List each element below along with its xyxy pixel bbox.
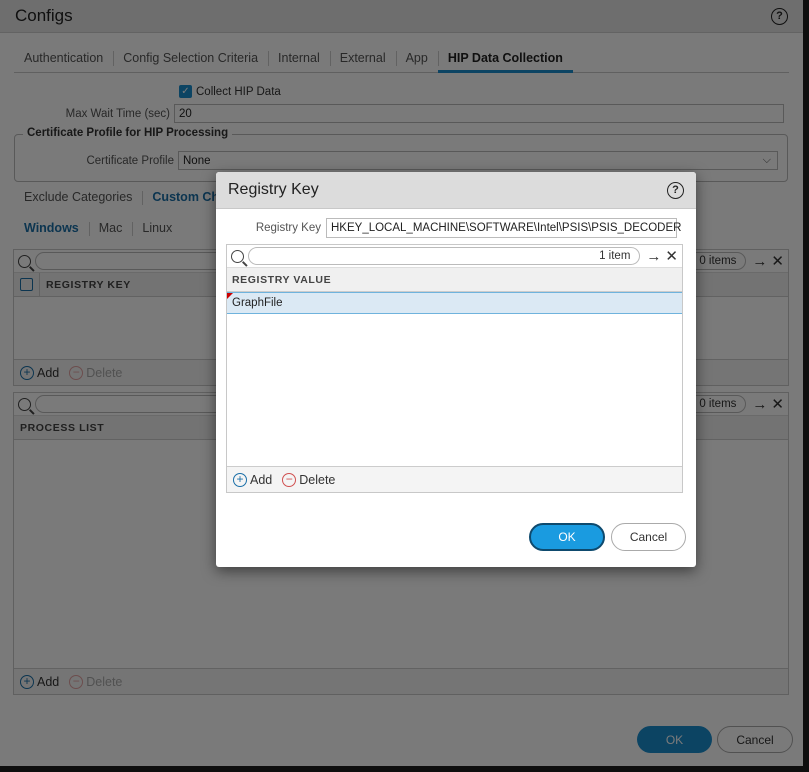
- registry-value-count: 1 item: [599, 250, 631, 262]
- registry-value-search-bar: 1 item → ✕: [227, 245, 682, 268]
- registry-value-search-input[interactable]: 1 item: [248, 247, 641, 265]
- delete-icon: −: [282, 472, 297, 487]
- registry-key-input[interactable]: HKEY_LOCAL_MACHINE\SOFTWARE\Intel\PSIS\P…: [326, 218, 681, 238]
- registry-key-label: Registry Key: [255, 222, 321, 234]
- help-icon[interactable]: ?: [667, 181, 684, 199]
- clear-icon[interactable]: ✕: [665, 247, 678, 265]
- table-row[interactable]: GraphFile: [227, 292, 682, 314]
- registry-key-modal: Registry Key ? Registry Key HKEY_LOCAL_M…: [216, 172, 696, 567]
- modal-ok-button[interactable]: OK: [529, 523, 605, 551]
- registry-value-footer: + Add − Delete: [227, 466, 682, 492]
- modal-title: Registry Key: [228, 181, 319, 198]
- registry-key-row: Registry Key HKEY_LOCAL_MACHINE\SOFTWARE…: [216, 218, 681, 238]
- registry-value-grid: 1 item → ✕ REGISTRY VALUE GraphFile + Ad…: [226, 244, 683, 493]
- modified-flag-icon: [227, 293, 233, 299]
- registry-value-add-button[interactable]: Add: [250, 473, 272, 487]
- registry-value-header: REGISTRY VALUE: [227, 268, 682, 292]
- modal-cancel-button[interactable]: Cancel: [611, 523, 686, 551]
- modal-header: Registry Key ?: [216, 172, 696, 209]
- registry-value-column[interactable]: REGISTRY VALUE: [232, 274, 331, 286]
- registry-value-delete-button[interactable]: Delete: [299, 473, 335, 487]
- arrow-right-icon[interactable]: →: [646, 248, 661, 265]
- search-icon: [231, 249, 244, 263]
- add-icon: +: [233, 472, 247, 487]
- registry-value-cell: GraphFile: [232, 297, 283, 309]
